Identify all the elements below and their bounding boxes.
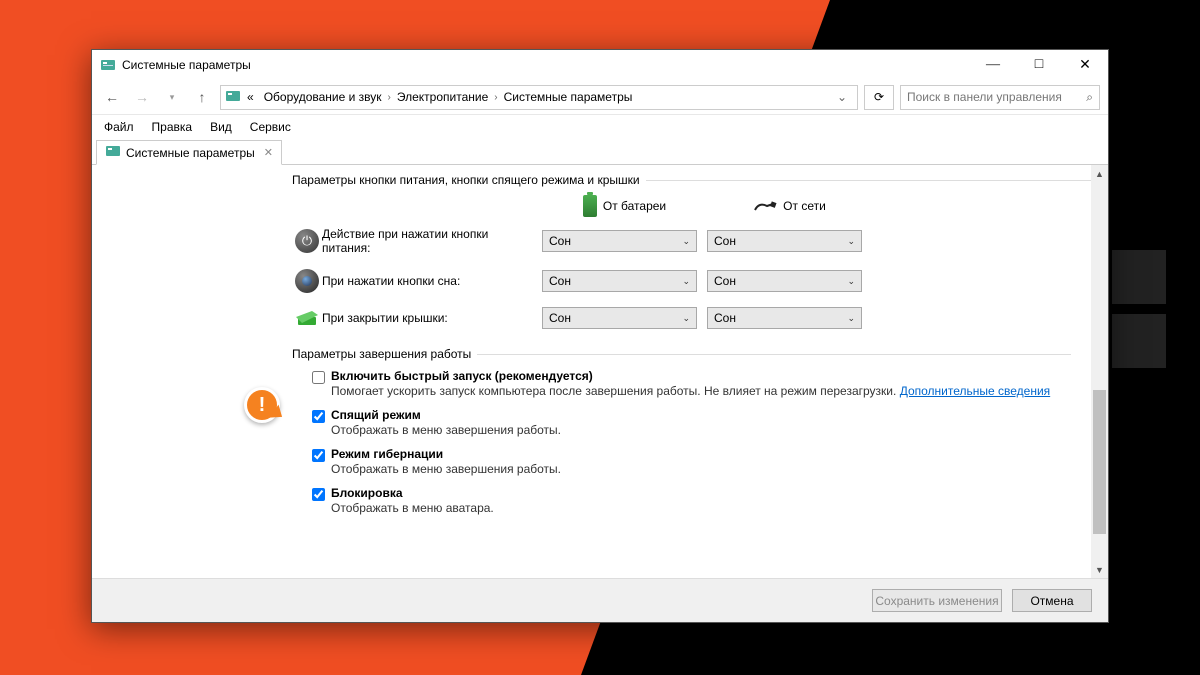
checkbox-title: Блокировка bbox=[331, 486, 403, 500]
breadcrumb[interactable]: Системные параметры bbox=[500, 90, 637, 104]
forward-button[interactable]: → bbox=[130, 85, 154, 109]
chevron-right-icon: › bbox=[388, 92, 391, 103]
menu-view[interactable]: Вид bbox=[202, 118, 240, 136]
close-button[interactable]: ✕ bbox=[1062, 50, 1108, 80]
refresh-button[interactable]: ⟳ bbox=[864, 85, 894, 110]
sleep-button-battery-dropdown[interactable]: Сон⌄ bbox=[542, 270, 697, 292]
vertical-scrollbar[interactable]: ▲ ▼ bbox=[1091, 165, 1108, 578]
fast-startup-checkbox[interactable] bbox=[312, 371, 325, 384]
address-dropdown[interactable]: ⌄ bbox=[831, 90, 853, 104]
address-field[interactable]: « Оборудование и звук › Электропитание ›… bbox=[220, 85, 858, 110]
lid-ac-dropdown[interactable]: Сон⌄ bbox=[707, 307, 862, 329]
tab-system-settings[interactable]: Системные параметры ✕ bbox=[96, 140, 282, 165]
maximize-button[interactable]: □ bbox=[1016, 50, 1062, 80]
setting-row-power-button: ⏻ Действие при нажатии кнопки питания: С… bbox=[292, 227, 1071, 255]
exclaim-icon: ! bbox=[259, 394, 266, 417]
breadcrumb[interactable]: Электропитание bbox=[393, 90, 492, 104]
more-info-link[interactable]: Дополнительные сведения bbox=[900, 384, 1050, 398]
lid-battery-dropdown[interactable]: Сон⌄ bbox=[542, 307, 697, 329]
search-placeholder: Поиск в панели управления bbox=[907, 90, 1062, 104]
checkbox-desc: Отображать в меню аватара. bbox=[331, 501, 1071, 515]
section-header-shutdown: Параметры завершения работы bbox=[292, 347, 471, 361]
chevron-right-icon: › bbox=[494, 92, 497, 103]
check-sleep: Спящий режим Отображать в меню завершени… bbox=[312, 408, 1071, 437]
chevron-down-icon: ⌄ bbox=[847, 236, 855, 247]
breadcrumb-prefix: « bbox=[243, 90, 258, 104]
check-lock: Блокировка Отображать в меню аватара. bbox=[312, 486, 1071, 515]
checkbox-title: Спящий режим bbox=[331, 408, 421, 422]
titlebar: Системные параметры — □ ✕ bbox=[92, 50, 1108, 80]
search-icon: ⌕ bbox=[1086, 90, 1093, 105]
power-button-ac-dropdown[interactable]: Сон⌄ bbox=[707, 230, 862, 252]
lock-checkbox[interactable] bbox=[312, 488, 325, 501]
setting-row-lid: При закрытии крышки: Сон⌄ Сон⌄ bbox=[292, 307, 1071, 329]
section-header-buttons: Параметры кнопки питания, кнопки спящего… bbox=[292, 173, 640, 187]
menu-edit[interactable]: Правка bbox=[144, 118, 201, 136]
power-icon: ⏻ bbox=[295, 229, 319, 253]
checkbox-desc: Помогает ускорить запуск компьютера посл… bbox=[331, 384, 1071, 398]
window-title: Системные параметры bbox=[122, 58, 970, 72]
chevron-down-icon: ⌄ bbox=[682, 313, 690, 324]
tab-strip: Системные параметры ✕ bbox=[92, 139, 1108, 165]
checkbox-title: Режим гибернации bbox=[331, 447, 443, 461]
search-input[interactable]: Поиск в панели управления ⌕ bbox=[900, 85, 1100, 110]
setting-label: При нажатии кнопки сна: bbox=[322, 274, 542, 288]
footer-bar: Сохранить изменения Отмена bbox=[92, 578, 1108, 622]
chevron-down-icon: ⌄ bbox=[682, 236, 690, 247]
battery-icon bbox=[583, 195, 597, 217]
check-fast-startup: Включить быстрый запуск (рекомендуется) … bbox=[312, 369, 1071, 398]
lid-icon bbox=[294, 309, 320, 327]
setting-row-sleep-button: При нажатии кнопки сна: Сон⌄ Сон⌄ bbox=[292, 269, 1071, 293]
setting-label: При закрытии крышки: bbox=[322, 311, 542, 325]
tab-close-icon[interactable]: ✕ bbox=[264, 146, 273, 159]
system-settings-window: Системные параметры — □ ✕ ← → ▾ ↑ « Обор… bbox=[91, 49, 1109, 623]
menu-bar: Файл Правка Вид Сервис bbox=[92, 115, 1108, 139]
sleep-checkbox[interactable] bbox=[312, 410, 325, 423]
control-panel-icon bbox=[105, 143, 121, 162]
scroll-thumb[interactable] bbox=[1093, 390, 1106, 534]
menu-service[interactable]: Сервис bbox=[242, 118, 299, 136]
up-button[interactable]: ↑ bbox=[190, 85, 214, 109]
power-button-battery-dropdown[interactable]: Сон⌄ bbox=[542, 230, 697, 252]
content-area: Параметры кнопки питания, кнопки спящего… bbox=[92, 165, 1108, 578]
chevron-down-icon: ⌄ bbox=[847, 276, 855, 287]
sleep-icon bbox=[295, 269, 319, 293]
checkbox-title: Включить быстрый запуск (рекомендуется) bbox=[331, 369, 593, 383]
setting-label: Действие при нажатии кнопки питания: bbox=[322, 227, 542, 255]
back-button[interactable]: ← bbox=[100, 85, 124, 109]
column-headers: От батареи От сети bbox=[292, 195, 1071, 217]
breadcrumb[interactable]: Оборудование и звук bbox=[260, 90, 386, 104]
control-panel-icon bbox=[225, 88, 241, 107]
recent-dropdown[interactable]: ▾ bbox=[160, 85, 184, 109]
hibernate-checkbox[interactable] bbox=[312, 449, 325, 462]
chevron-down-icon: ⌄ bbox=[847, 313, 855, 324]
minimize-button[interactable]: — bbox=[970, 50, 1016, 80]
save-button[interactable]: Сохранить изменения bbox=[872, 589, 1002, 612]
sleep-button-ac-dropdown[interactable]: Сон⌄ bbox=[707, 270, 862, 292]
checkbox-desc: Отображать в меню завершения работы. bbox=[331, 462, 1071, 476]
ac-plug-icon bbox=[753, 200, 777, 212]
check-hibernate: Режим гибернации Отображать в меню завер… bbox=[312, 447, 1071, 476]
checkbox-desc: Отображать в меню завершения работы. bbox=[331, 423, 1071, 437]
chevron-down-icon: ⌄ bbox=[682, 276, 690, 287]
scroll-up-icon[interactable]: ▲ bbox=[1091, 165, 1108, 182]
tab-label: Системные параметры bbox=[126, 146, 255, 160]
annotation-callout: ! bbox=[244, 387, 290, 433]
col-ac-label: От сети bbox=[783, 199, 826, 213]
control-panel-icon bbox=[100, 57, 116, 73]
menu-file[interactable]: Файл bbox=[96, 118, 142, 136]
scroll-down-icon[interactable]: ▼ bbox=[1091, 561, 1108, 578]
cancel-button[interactable]: Отмена bbox=[1012, 589, 1092, 612]
address-bar-row: ← → ▾ ↑ « Оборудование и звук › Электроп… bbox=[92, 80, 1108, 115]
col-battery-label: От батареи bbox=[603, 199, 666, 213]
